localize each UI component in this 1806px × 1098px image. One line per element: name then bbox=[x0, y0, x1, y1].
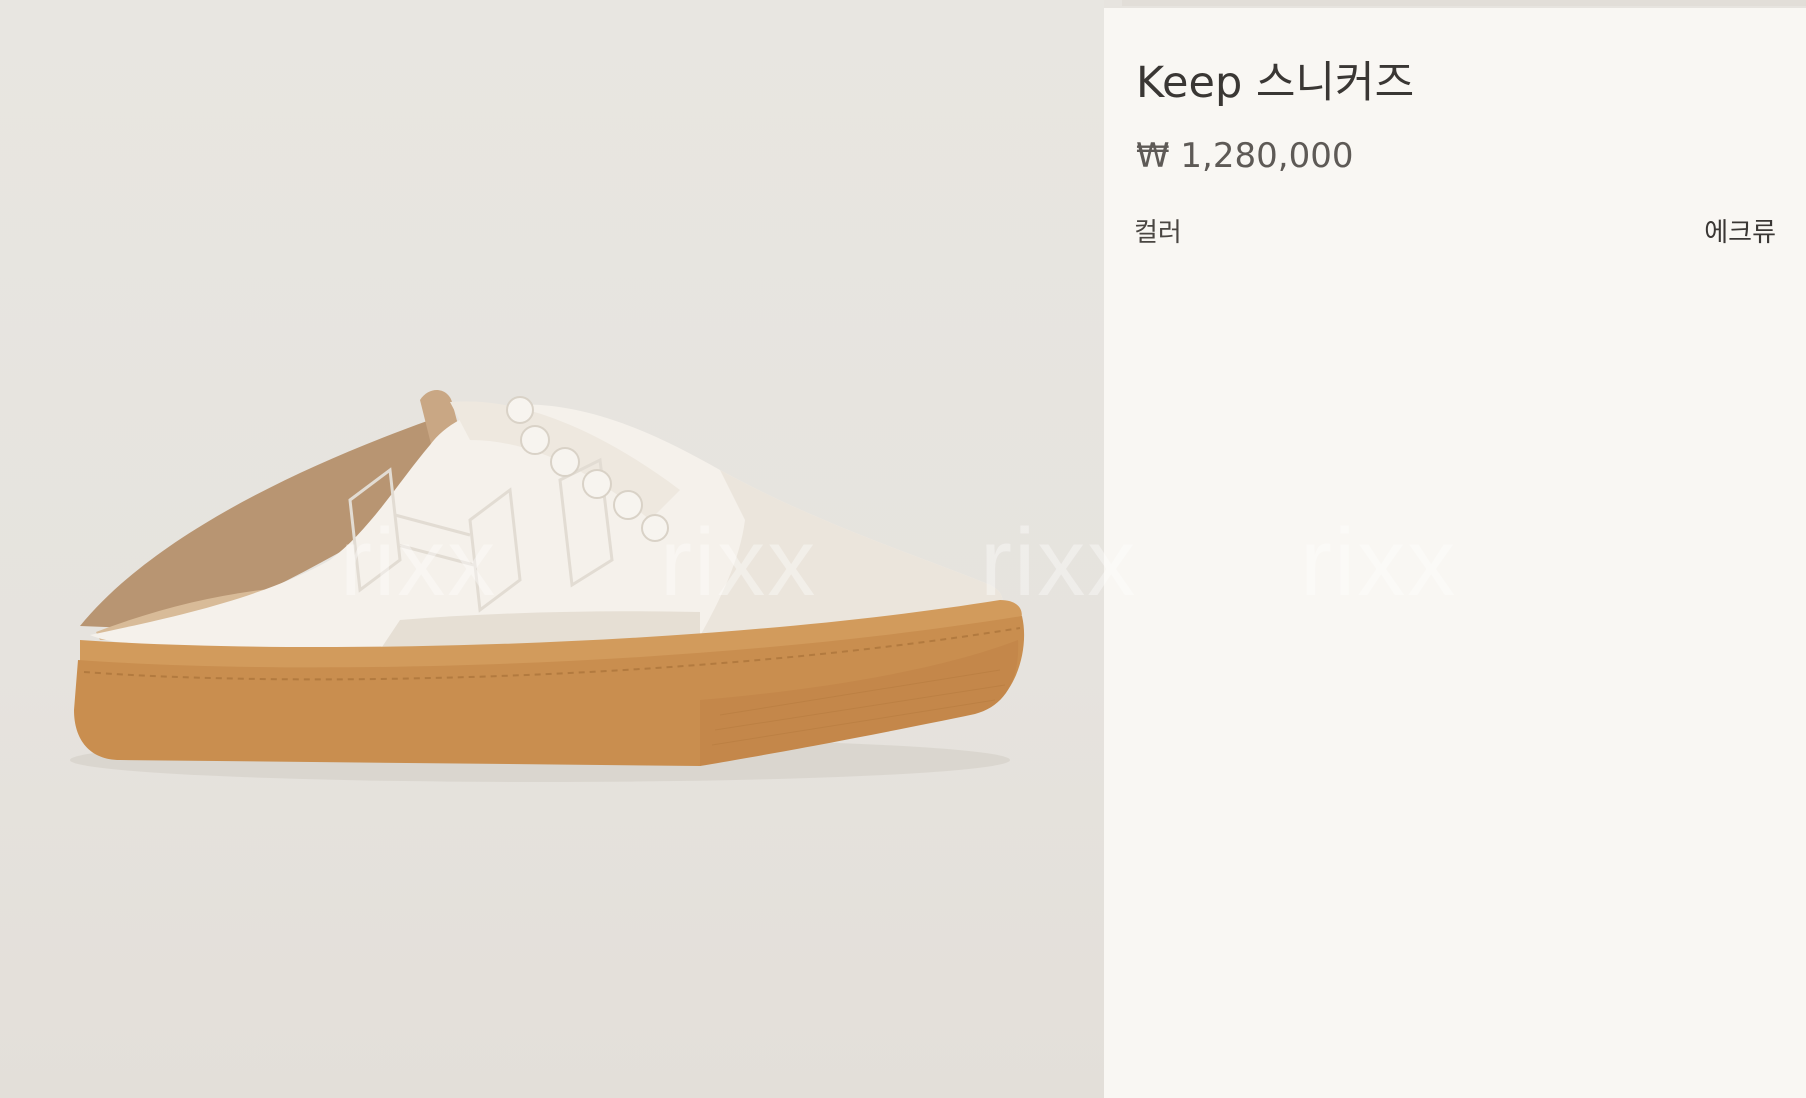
info-top-divider bbox=[1122, 0, 1806, 6]
product-price: ₩ 1,280,000 bbox=[1136, 136, 1354, 176]
color-label: 컬러 bbox=[1134, 218, 1182, 248]
product-info-panel: Keep 스니커즈 ₩ 1,280,000 컬러 에크류 bbox=[1104, 8, 1806, 1098]
sneaker-mule-image bbox=[70, 390, 1025, 782]
product-image-panel bbox=[0, 0, 1104, 1098]
color-value: 에크류 bbox=[1704, 218, 1776, 248]
color-selector[interactable]: 컬러 에크류 bbox=[1134, 212, 1776, 248]
product-title: Keep 스니커즈 bbox=[1136, 58, 1415, 108]
